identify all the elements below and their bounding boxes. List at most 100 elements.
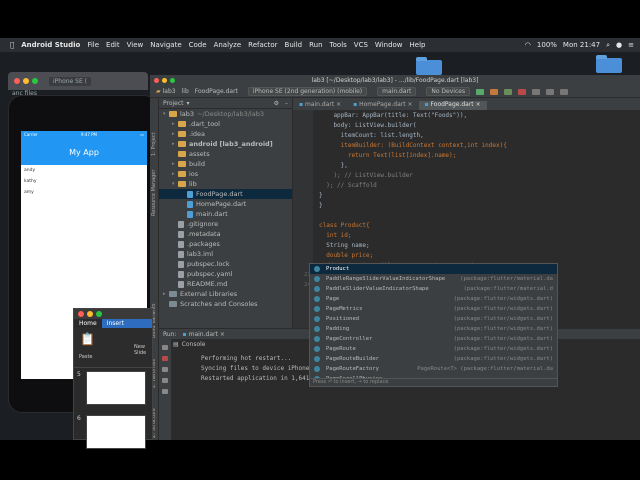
battery-percent[interactable]: 100% (537, 41, 557, 49)
close-icon[interactable] (78, 311, 84, 317)
code-line[interactable]: ); // ListView.builder (319, 172, 412, 179)
new-slide-button[interactable]: New Slide (134, 344, 154, 356)
simulator-titlebar[interactable]: iPhone SE ( (8, 72, 148, 90)
zoom-icon[interactable] (170, 78, 175, 83)
tree-item[interactable]: .packages (159, 239, 292, 249)
clock[interactable]: Mon 21:47 (563, 41, 600, 49)
menu-item[interactable]: VCS (354, 41, 368, 49)
menu-item[interactable]: Help (410, 41, 426, 49)
tree-item[interactable]: README.md (159, 279, 292, 289)
tab-homepage-dart[interactable]: ▪ HomePage.dart × (347, 101, 418, 110)
breadcrumb[interactable]: FoodPage.dart (195, 88, 238, 95)
avd-manager-icon[interactable] (546, 88, 555, 95)
hot-reload-icon[interactable] (504, 88, 513, 95)
code-line[interactable]: appBar: AppBar(title: Text("Foods")), (319, 112, 467, 119)
tree-item[interactable]: Scratches and Consoles (159, 299, 292, 309)
menu-item[interactable]: Navigate (150, 41, 181, 49)
breadcrumb[interactable]: lib (182, 88, 189, 95)
minimize-panel-icon[interactable]: – (285, 100, 288, 107)
slide-thumbnail[interactable] (86, 415, 146, 449)
word-titlebar[interactable] (74, 309, 152, 319)
ide-titlebar[interactable]: lab3 [~/Desktop/lab3/lab3] - .../lib/Foo… (150, 75, 640, 86)
tree-item[interactable]: ▾ lib (159, 179, 292, 189)
close-icon[interactable]: × (408, 101, 413, 108)
code-line[interactable]: body: ListView.builder( (319, 122, 416, 129)
search-icon[interactable] (560, 88, 569, 95)
minimize-icon[interactable] (162, 78, 167, 83)
tree-item[interactable]: ▸ ios (159, 169, 292, 179)
list-item[interactable]: andy (21, 165, 147, 176)
chevron-icon[interactable]: ▸ (172, 169, 177, 179)
menu-item[interactable]: View (127, 41, 144, 49)
menu-item[interactable]: Window (375, 41, 403, 49)
close-icon[interactable]: × (476, 101, 481, 108)
menu-item[interactable]: File (87, 41, 99, 49)
code-line[interactable]: }, (319, 162, 348, 169)
tree-item[interactable]: main.dart (159, 209, 292, 219)
code-line[interactable]: double price; (319, 252, 373, 259)
stop-icon[interactable] (162, 356, 168, 361)
user-icon[interactable]: ● (616, 41, 622, 49)
devices-selector[interactable]: No Devices (426, 87, 471, 96)
tree-item[interactable]: pubspec.yaml (159, 269, 292, 279)
tree-item[interactable]: FoodPage.dart (159, 189, 292, 199)
zoom-icon[interactable] (96, 311, 102, 317)
run-config-selector[interactable]: main.dart (377, 87, 417, 96)
tab-foodpage-dart[interactable]: ▪ FoodPage.dart × (418, 101, 487, 110)
zoom-icon[interactable] (32, 78, 38, 84)
autocomplete-item[interactable]: PageRoute (package:flutter/widgets.dart) (310, 344, 557, 354)
device-selector[interactable]: iPhone SE (2nd generation) (mobile) (247, 87, 368, 96)
close-icon[interactable] (14, 78, 20, 84)
run-icon[interactable] (476, 88, 485, 95)
run-tab[interactable]: main.dart (189, 331, 218, 338)
tree-item[interactable]: lab3.iml (159, 249, 292, 259)
autocomplete-item[interactable]: Product (310, 264, 557, 274)
menu-item[interactable]: Run (309, 41, 322, 49)
autocomplete-item[interactable]: PageController (package:flutter/widgets.d… (310, 334, 557, 344)
slide-thumbnail[interactable] (86, 371, 146, 405)
sdk-manager-icon[interactable] (532, 88, 541, 95)
tree-item[interactable]: ▸ build (159, 159, 292, 169)
code-line[interactable]: return Text(list[index].name); (319, 152, 456, 159)
scroll-icon[interactable] (162, 367, 168, 372)
tree-item[interactable]: pubspec.lock (159, 259, 292, 269)
code-line[interactable]: itemCount: list.length, (319, 132, 424, 139)
project-view-selector[interactable]: Project (163, 100, 184, 107)
autocomplete-item[interactable]: Positioned (package:flutter/widgets.dart) (310, 314, 557, 324)
menu-item[interactable]: Edit (106, 41, 120, 49)
chevron-icon[interactable]: ▸ (172, 129, 177, 139)
autocomplete-item[interactable]: PaddleRangeSliderValueIndicatorShape (pac… (310, 274, 557, 284)
tool-project[interactable]: 1: Project (151, 132, 157, 156)
tree-item[interactable]: HomePage.dart (159, 199, 292, 209)
autocomplete-item[interactable]: Padding (package:flutter/widgets.dart) (310, 324, 557, 334)
apple-icon[interactable]:  (10, 41, 14, 49)
menu-app[interactable]: Android Studio (21, 41, 80, 49)
tree-item[interactable]: ▾ lab3 ~/Desktop/lab3/lab3 (159, 109, 292, 119)
tree-item[interactable]: assets (159, 149, 292, 159)
autocomplete-item[interactable]: PageRouteFactory PageRoute<T> (package:fl… (310, 364, 557, 374)
search-icon[interactable]: ⌕ (606, 41, 610, 50)
chevron-down-icon[interactable]: ▾ (187, 100, 190, 107)
code-line[interactable]: } (319, 192, 323, 199)
close-icon[interactable] (154, 78, 159, 83)
tree-item[interactable]: ▸ External Libraries (159, 289, 292, 299)
console-tab[interactable]: Console (182, 341, 206, 348)
delete-icon[interactable] (162, 389, 168, 394)
autocomplete-item[interactable]: PaddleSliderValueIndicatorShape (package:… (310, 284, 557, 294)
code-line[interactable]: String name; (319, 242, 369, 249)
minimize-icon[interactable] (87, 311, 93, 317)
debug-icon[interactable] (490, 88, 499, 95)
code-line[interactable]: itemBuilder: (BuildContext context,int i… (319, 142, 507, 149)
menu-item[interactable]: Refactor (248, 41, 277, 49)
menu-list-icon[interactable]: ≡ (628, 41, 634, 49)
menu-item[interactable]: Code (189, 41, 207, 49)
code-line[interactable]: int id; (319, 232, 351, 239)
tree-item[interactable]: ▸ android [lab3_android] (159, 139, 292, 149)
code-line[interactable]: class Product{ (319, 222, 370, 229)
tree-item[interactable]: .metadata (159, 229, 292, 239)
desktop-folder-icon[interactable] (416, 57, 442, 75)
chevron-icon[interactable]: ▸ (172, 139, 177, 149)
stop-icon[interactable] (518, 88, 527, 95)
code-line[interactable]: ); // Scaffold (319, 182, 377, 189)
tab-home[interactable]: Home (74, 319, 102, 328)
